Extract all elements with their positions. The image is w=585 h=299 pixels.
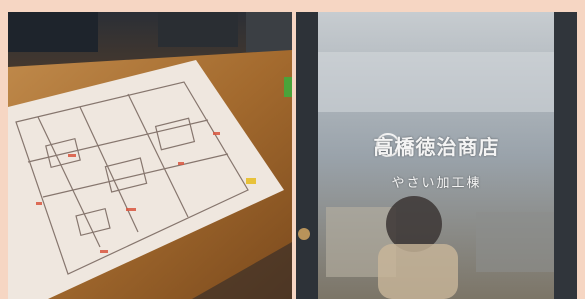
floor-plan-illustration: [8, 12, 292, 299]
vegetable-processing-building-sign: やさい加工棟: [391, 176, 482, 191]
floor-plan-photo: [8, 12, 292, 299]
image-collage: 高橋徳治商店 やさい加工棟: [0, 0, 585, 299]
store-name-sign: 高橋徳治商店: [373, 135, 500, 159]
door-sign-photo: 高橋徳治商店 やさい加工棟: [296, 12, 577, 299]
